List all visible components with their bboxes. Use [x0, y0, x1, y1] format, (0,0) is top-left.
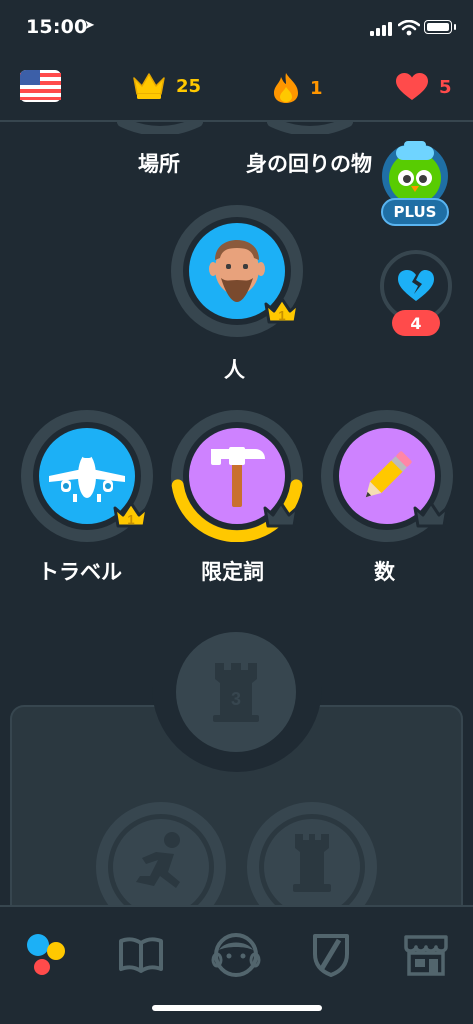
wifi-icon — [398, 20, 420, 36]
broken-hearts-button[interactable]: 4 — [380, 250, 452, 338]
flame-icon — [274, 73, 298, 103]
checkpoint-button[interactable]: 3 — [176, 632, 296, 752]
language-flag-button[interactable] — [20, 70, 61, 102]
nav-shop[interactable] — [398, 927, 454, 983]
broken-heart-icon — [398, 270, 434, 301]
learn-icon — [27, 934, 65, 975]
signal-icon — [370, 22, 392, 36]
broken-hearts-count: 4 — [392, 310, 440, 336]
battery-nub — [454, 24, 456, 30]
skill-travel-crown-badge: 1 — [112, 500, 150, 536]
runner-icon — [136, 832, 180, 888]
streak-count: 1 — [310, 77, 323, 99]
streak-counter[interactable]: 1 — [272, 72, 323, 104]
plus-label: PLUS — [381, 198, 449, 226]
castle-tower-icon: 3 — [213, 663, 259, 722]
skill-label-travel[interactable]: トラベル — [38, 556, 122, 586]
crown-icon: 1 — [264, 297, 300, 324]
pencil-icon — [365, 451, 412, 498]
stories-icon — [119, 937, 163, 973]
skill-travel-crown-level: 1 — [127, 512, 134, 527]
nav-leagues[interactable] — [303, 927, 359, 983]
nav-profile[interactable] — [208, 927, 264, 983]
nav-stories[interactable] — [113, 927, 169, 983]
locked-skill-tower[interactable] — [247, 802, 377, 905]
skill-numbers-crown-badge — [412, 500, 450, 536]
skill-person-crown-badge: 1 — [263, 296, 301, 332]
skill-place-ring-edge — [117, 120, 203, 134]
plus-button[interactable]: PLUS — [378, 140, 452, 230]
hearts-count: 5 — [439, 76, 452, 98]
skill-label-person[interactable]: 人 — [224, 354, 245, 384]
shop-icon — [404, 935, 448, 976]
bearded-man-icon — [209, 240, 265, 302]
crown-icon — [133, 73, 165, 99]
skill-person-crown-level: 1 — [278, 308, 285, 323]
crown-icon: 1 — [113, 501, 149, 528]
battery-icon — [424, 20, 452, 34]
us-flag-icon — [20, 70, 61, 102]
status-time: 15:00 — [26, 16, 88, 38]
skill-label-numbers[interactable]: 数 — [374, 556, 395, 586]
crown-icon — [413, 501, 449, 528]
checkpoint-number: 3 — [231, 689, 241, 709]
locked-skill-runner[interactable] — [96, 802, 226, 905]
skill-label-determiners[interactable]: 限定詞 — [201, 556, 264, 586]
heart-icon — [396, 73, 428, 100]
top-bar: 25 1 5 — [0, 58, 473, 122]
leagues-shield-icon — [313, 934, 349, 977]
skill-determiners-crown-badge — [262, 500, 300, 536]
location-arrow-icon: ➤ — [84, 18, 95, 33]
chess-rook-icon — [293, 834, 331, 892]
crowns-count: 25 — [176, 75, 202, 97]
skill-label-place[interactable]: 場所 — [138, 148, 180, 178]
nav-learn[interactable] — [18, 927, 74, 983]
hearts-counter[interactable]: 5 — [395, 72, 452, 102]
airplane-icon — [49, 450, 125, 502]
home-indicator — [152, 1005, 322, 1011]
profile-icon — [211, 933, 261, 977]
skill-label-belongings[interactable]: 身の回りの物 — [246, 148, 372, 178]
crown-icon — [263, 501, 299, 528]
skill-belongings-ring-edge — [267, 120, 353, 134]
crowns-counter[interactable]: 25 — [132, 72, 201, 100]
hammer-icon — [211, 447, 265, 507]
